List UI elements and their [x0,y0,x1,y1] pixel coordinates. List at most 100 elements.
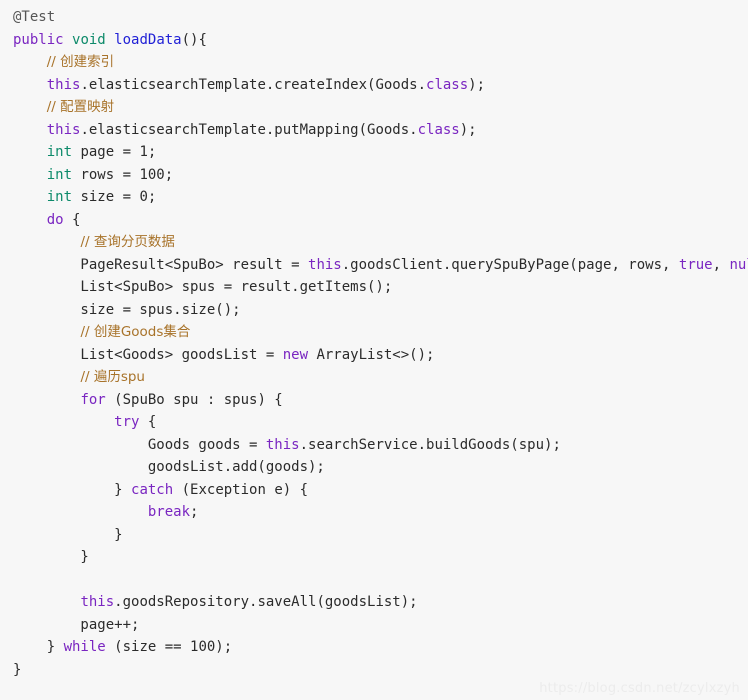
code-token-plain: List<SpuBo> spus = result.getItems(); [13,279,393,295]
code-token-plain: page++; [13,616,140,633]
code-token-plain: (size == 100); [105,639,233,655]
code-line: break; [13,501,748,524]
code-token-plain: } [13,481,132,498]
code-token-kw: do [46,211,64,228]
code-token-type: int [46,166,73,183]
code-line: @Test [13,6,748,29]
code-line: try { [13,411,748,434]
code-token-plain: size = 0; [72,189,157,205]
code-line: do { [13,209,748,232]
code-token-type: void [72,31,106,48]
code-line: int size = 0; [13,186,748,209]
code-token-plain: .goodsClient.querySpuByPage(page, rows, [341,256,679,273]
code-token-plain: (SpuBo spu : spus) { [105,391,283,408]
code-line: // 遍历spu [13,366,748,389]
code-token-kw: this [265,436,300,453]
code-token-plain: } [13,661,22,678]
code-token-plain: page = 1; [72,144,157,160]
code-line: // 查询分页数据 [13,231,748,254]
code-line: // 创建Goods集合 [13,321,748,344]
code-token-plain: } [13,526,123,543]
code-token-plain: { [139,414,157,430]
code-line: // 创建索引 [13,51,748,74]
code-token-plain: , [712,256,730,273]
code-token-kw: for [80,391,106,408]
code-listing: @Test public void loadData(){ // 创建索引 thi… [0,0,748,681]
code-token-plain: PageResult<SpuBo> result = [13,256,309,273]
code-token-kw: new [282,346,309,363]
code-token-plain: ; [190,504,199,520]
code-line: this.goodsRepository.saveAll(goodsList); [13,591,748,614]
code-token-plain: Goods goods = [13,436,266,453]
code-token-kw: null [729,256,748,273]
code-line: } catch (Exception e) { [13,479,748,502]
code-line: for (SpuBo spu : spus) { [13,389,748,412]
code-token-kw: break [147,504,191,520]
code-line: // 配置映射 [13,96,748,119]
code-token-fn: loadData [114,31,182,48]
code-line: } [13,659,748,682]
code-token-kw: true [678,256,713,273]
code-token-kw: try [114,414,140,430]
code-token-plain: ArrayList<>(); [308,346,435,363]
code-line: goodsList.add(goods); [13,456,748,479]
code-token-plain: (){ [181,31,207,48]
code-token-plain: .elasticsearchTemplate.createIndex(Goods… [80,76,427,93]
code-token-kw: this [46,121,81,138]
code-token-plain: ); [459,121,477,138]
code-line: page++; [13,614,748,637]
code-token-cmt: // 创建索引 [46,54,115,70]
code-line: this.elasticsearchTemplate.putMapping(Go… [13,119,748,142]
code-token-type: int [46,189,73,205]
code-token-plain: (Exception e) { [173,481,309,498]
code-token-kw: public [13,31,64,48]
code-line: PageResult<SpuBo> result = this.goodsCli… [13,254,748,277]
code-token-kw: while [63,639,106,655]
code-token-plain: ); [468,76,486,93]
code-line: Goods goods = this.searchService.buildGo… [13,434,748,457]
code-token-kw: class [426,76,469,93]
code-token-kw: catch [131,481,174,498]
code-line: int page = 1; [13,141,748,164]
code-token-cmt: // 遍历spu [80,369,145,385]
code-token-anno: @Test [13,9,56,25]
code-line: } [13,524,748,547]
code-token-plain: List<Goods> goodsList = [13,346,283,363]
code-token-plain: goodsList.add(goods); [13,459,325,475]
code-token-kw: this [80,594,115,610]
watermark-url: https://blog.csdn.net/zcylxzyh [539,681,740,696]
code-line: public void loadData(){ [13,29,748,52]
code-token-kw: class [417,121,460,138]
code-line: } while (size == 100); [13,636,748,659]
code-token-plain: .elasticsearchTemplate.putMapping(Goods. [80,121,418,138]
code-token-plain: { [63,211,81,228]
code-token-type: int [46,144,73,160]
code-line: this.elasticsearchTemplate.createIndex(G… [13,74,748,97]
code-token-plain: rows = 100; [72,166,174,183]
code-token-plain: } [13,549,89,565]
code-token-plain: .searchService.buildGoods(spu); [299,436,561,453]
code-line: List<SpuBo> spus = result.getItems(); [13,276,748,299]
code-line: int rows = 100; [13,164,748,187]
code-token-plain: } [13,639,64,655]
code-token-cmt: // 查询分页数据 [80,234,175,250]
code-token-kw: this [46,76,81,93]
code-line: } [13,546,748,569]
code-line: List<Goods> goodsList = new ArrayList<>(… [13,344,748,367]
